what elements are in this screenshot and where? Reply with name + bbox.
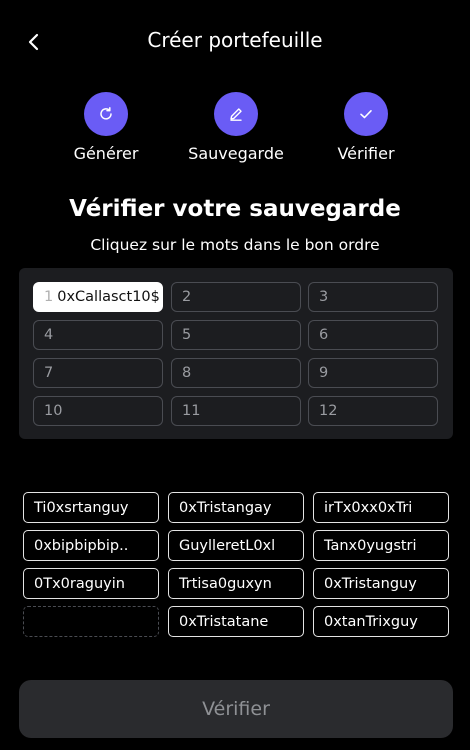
word-slot[interactable]: 8 [171,358,301,388]
word-slot[interactable]: 10 [33,396,163,426]
step-verify-label: Vérifier [337,144,395,163]
word-slot[interactable]: 5 [171,320,301,350]
word-chip[interactable]: GuylleretL0xl [168,530,304,561]
word-chip[interactable]: Trtisa0guxyn [168,568,304,599]
header: Créer portefeuille [0,22,470,62]
word-chip[interactable]: Tanx0yugstri [313,530,449,561]
step-backup: Sauvegarde [171,92,301,163]
slot-number: 10 [44,403,63,419]
word-chip[interactable]: 0xTristangay [168,492,304,523]
slot-number: 7 [44,365,54,381]
step-verify-circle [344,92,388,136]
word-chip[interactable]: 0Tx0raguyin [23,568,159,599]
slot-number: 2 [182,289,192,305]
step-generate-circle [84,92,128,136]
word-slot[interactable]: 7 [33,358,163,388]
slot-number: 5 [182,327,192,343]
slot-number: 9 [319,365,329,381]
page-title: Créer portefeuille [147,28,323,52]
step-backup-circle [214,92,258,136]
slot-number: 3 [319,289,329,305]
word-slot[interactable]: 2 [171,282,301,312]
word-chip[interactable]: 0xTristanguy [313,568,449,599]
word-chip[interactable]: irTx0xx0xTri [313,492,449,523]
word-chip[interactable]: 0xTristatane [168,606,304,637]
check-icon [360,110,372,119]
slot-number: 8 [182,365,192,381]
refresh-icon [100,107,112,120]
word-slot[interactable]: 9 [308,358,438,388]
slot-word: 0xCallasct10$ [57,289,160,305]
word-chip[interactable]: Ti0xsrtanguy [23,492,159,523]
word-chip-placeholder [23,606,159,637]
verify-button[interactable]: Vérifier [19,680,453,738]
slot-number: 1 [44,289,54,305]
word-slot[interactable]: 4 [33,320,163,350]
step-backup-label: Sauvegarde [188,144,284,163]
step-generate: Générer [41,92,171,163]
section-title: Vérifier votre sauvegarde [69,196,401,222]
word-slot[interactable]: 1 0xCallasct10$ [33,282,163,312]
slot-number: 4 [44,327,54,343]
pencil-icon [230,108,242,121]
section-subtitle: Cliquez sur le mots dans le bon ordre [90,236,380,254]
word-chip[interactable]: 0xtanTrixguy [313,606,449,637]
slot-number: 11 [182,403,201,419]
word-slot[interactable]: 3 [308,282,438,312]
slot-number: 12 [319,403,338,419]
word-slot-panel: 1 0xCallasct10$ 2 3 4 5 6 7 8 9 10 11 12 [19,268,453,439]
slot-number: 6 [319,327,329,343]
step-verify: Vérifier [301,92,431,163]
word-slot[interactable]: 6 [308,320,438,350]
stepper: Générer Sauvegarde Vérifier [0,92,470,172]
step-generate-label: Générer [73,144,139,163]
word-slot[interactable]: 12 [308,396,438,426]
word-slot[interactable]: 11 [171,396,301,426]
word-chip[interactable]: 0xbipbipbip.. [23,530,159,561]
